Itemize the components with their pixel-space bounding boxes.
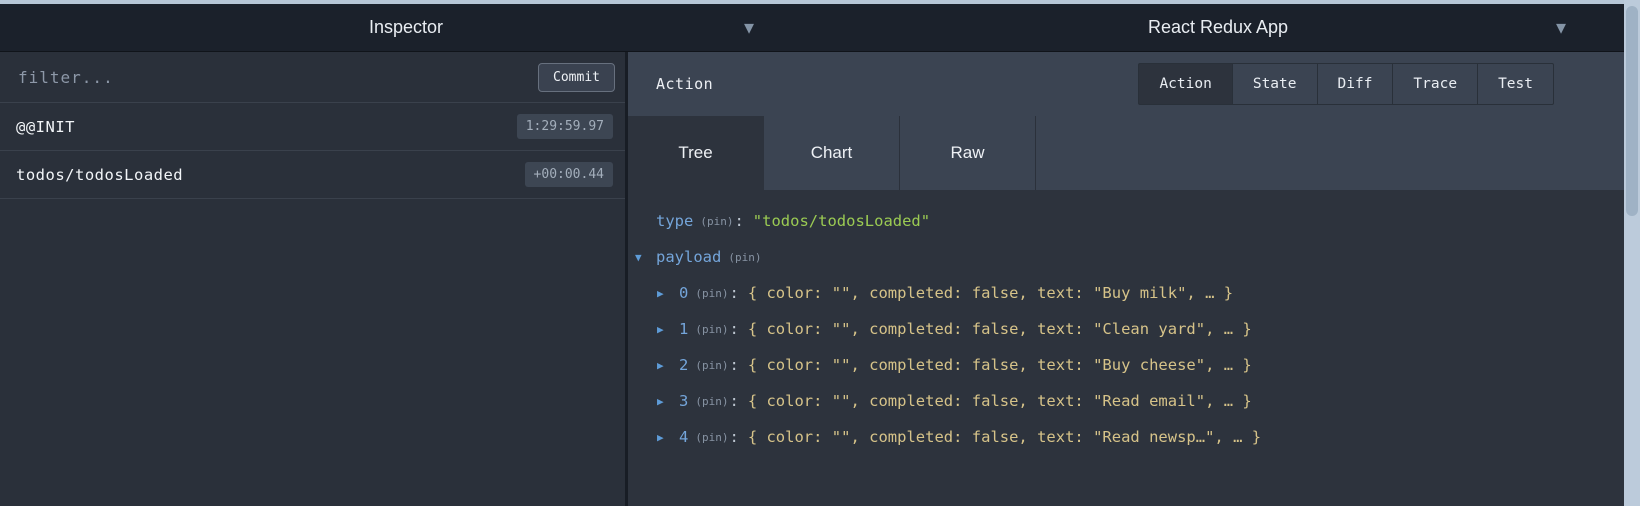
colon-separator: :	[729, 284, 738, 302]
expand-arrow-icon[interactable]: ▶	[657, 431, 679, 444]
tree-key[interactable]: payload	[656, 248, 721, 266]
object-preview: { color: "", completed: false, text: "Bu…	[748, 284, 1233, 302]
expand-arrow-icon[interactable]: ▶	[657, 359, 679, 372]
action-detail-panel: Action Action State Diff Trace Test Tree…	[628, 52, 1624, 506]
expand-arrow-icon[interactable]: ▶	[657, 287, 679, 300]
pin-link[interactable]: (pin)	[695, 323, 728, 336]
tree-string-value: "todos/todosLoaded"	[753, 212, 930, 230]
chevron-down-icon[interactable]: ▾	[1556, 18, 1566, 38]
tree-row-item[interactable]: ▶ 1 (pin) : { color: "", completed: fals…	[628, 311, 1624, 347]
tree-index[interactable]: 1	[679, 320, 688, 338]
tree-row-item[interactable]: ▶ 2 (pin) : { color: "", completed: fals…	[628, 347, 1624, 383]
collapse-arrow-icon[interactable]: ▼	[635, 251, 656, 264]
action-name: @@INIT	[16, 118, 75, 136]
tab-state[interactable]: State	[1232, 63, 1318, 105]
panel-label: Action	[656, 75, 713, 93]
scrollbar-thumb[interactable]	[1626, 6, 1638, 216]
commit-button[interactable]: Commit	[538, 63, 615, 92]
vertical-scrollbar[interactable]	[1624, 0, 1640, 506]
action-list-panel: Commit @@INIT 1:29:59.97 todos/todosLoad…	[0, 52, 628, 506]
pin-link[interactable]: (pin)	[695, 287, 728, 300]
subtab-raw[interactable]: Raw	[900, 116, 1036, 190]
action-timestamp-badge: 1:29:59.97	[517, 114, 613, 139]
chevron-down-icon[interactable]: ▾	[744, 18, 754, 38]
pin-link[interactable]: (pin)	[700, 215, 733, 228]
action-name: todos/todosLoaded	[16, 166, 183, 184]
instance-selector-title: React Redux App	[1148, 17, 1288, 38]
colon-separator: :	[729, 392, 738, 410]
object-preview: { color: "", completed: false, text: "Re…	[748, 428, 1261, 446]
action-list-item[interactable]: todos/todosLoaded +00:00.44	[0, 151, 625, 199]
filter-input[interactable]	[16, 67, 538, 88]
main-split: Commit @@INIT 1:29:59.97 todos/todosLoad…	[0, 52, 1624, 506]
pin-link[interactable]: (pin)	[695, 359, 728, 372]
colon-separator: :	[734, 212, 743, 230]
tree-index[interactable]: 0	[679, 284, 688, 302]
action-list-item[interactable]: @@INIT 1:29:59.97	[0, 103, 625, 151]
tree-row-payload[interactable]: ▼ payload (pin)	[628, 239, 1624, 275]
filter-bar: Commit	[0, 52, 625, 103]
tree-row-item[interactable]: ▶ 3 (pin) : { color: "", completed: fals…	[628, 383, 1624, 419]
monitor-selector-dropdown[interactable]: Inspector ▾	[0, 4, 812, 51]
colon-separator: :	[729, 356, 738, 374]
expand-arrow-icon[interactable]: ▶	[657, 395, 679, 408]
object-preview: { color: "", completed: false, text: "Re…	[748, 392, 1252, 410]
tab-action[interactable]: Action	[1138, 63, 1232, 105]
subtab-chart[interactable]: Chart	[764, 116, 900, 190]
detail-header: Action Action State Diff Trace Test	[628, 52, 1624, 116]
action-timestamp-badge: +00:00.44	[525, 162, 613, 187]
tree-row-type[interactable]: type (pin) : "todos/todosLoaded"	[628, 203, 1624, 239]
tree-key[interactable]: type	[656, 212, 693, 230]
tree-row-item[interactable]: ▶ 4 (pin) : { color: "", completed: fals…	[628, 419, 1624, 455]
pin-link[interactable]: (pin)	[695, 395, 728, 408]
tree-index[interactable]: 4	[679, 428, 688, 446]
tab-test[interactable]: Test	[1477, 63, 1554, 105]
devtools-app: Inspector ▾ React Redux App ▾ Commit @@I…	[0, 4, 1624, 506]
tree-row-item[interactable]: ▶ 0 (pin) : { color: "", completed: fals…	[628, 275, 1624, 311]
instance-selector-dropdown[interactable]: React Redux App ▾	[812, 4, 1624, 51]
object-preview: { color: "", completed: false, text: "Bu…	[748, 356, 1252, 374]
detail-tab-group: Action State Diff Trace Test	[1138, 63, 1554, 105]
view-subtab-group: Tree Chart Raw	[628, 116, 1624, 190]
tab-diff[interactable]: Diff	[1317, 63, 1394, 105]
colon-separator: :	[729, 320, 738, 338]
json-tree-view: type (pin) : "todos/todosLoaded" ▼ paylo…	[628, 190, 1624, 506]
top-bar: Inspector ▾ React Redux App ▾	[0, 4, 1624, 52]
pin-link[interactable]: (pin)	[695, 431, 728, 444]
tab-trace[interactable]: Trace	[1392, 63, 1478, 105]
tree-index[interactable]: 3	[679, 392, 688, 410]
subtab-tree[interactable]: Tree	[628, 116, 764, 190]
monitor-selector-title: Inspector	[369, 17, 443, 38]
tree-index[interactable]: 2	[679, 356, 688, 374]
object-preview: { color: "", completed: false, text: "Cl…	[748, 320, 1252, 338]
expand-arrow-icon[interactable]: ▶	[657, 323, 679, 336]
colon-separator: :	[729, 428, 738, 446]
pin-link[interactable]: (pin)	[728, 251, 761, 264]
